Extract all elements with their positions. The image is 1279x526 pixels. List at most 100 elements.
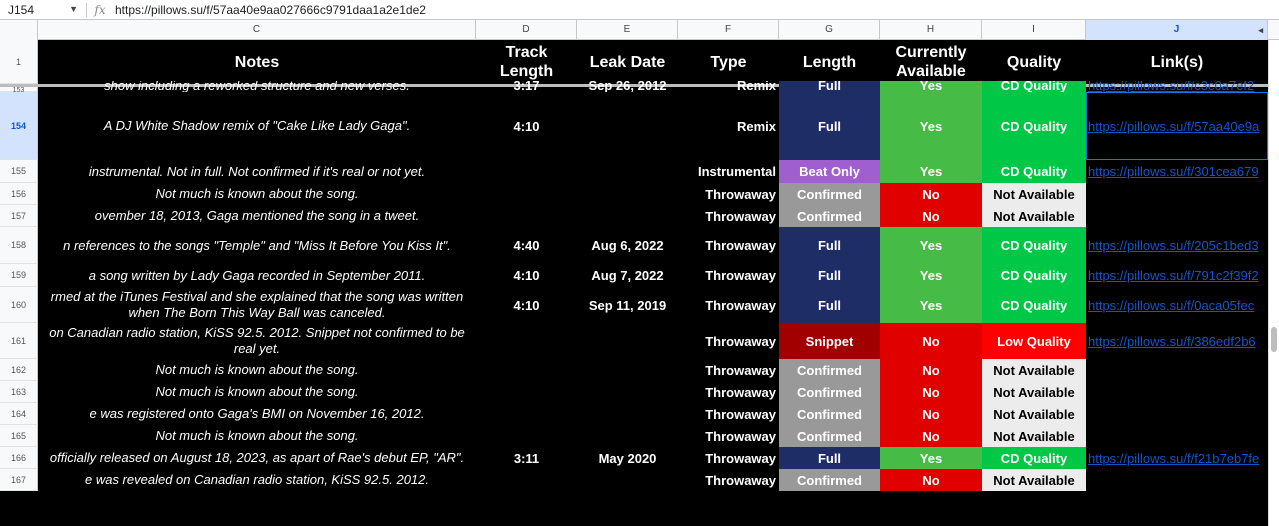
type-cell[interactable]: Throwaway	[678, 381, 779, 403]
table-row[interactable]: 161 on Canadian radio station, KiSS 92.5.…	[0, 323, 1268, 359]
length-cell[interactable]: Confirmed	[779, 183, 880, 205]
quality-cell[interactable]: Not Available	[982, 183, 1086, 205]
track-length-cell[interactable]	[476, 160, 577, 183]
type-cell[interactable]: Throwaway	[678, 403, 779, 425]
notes-cell[interactable]: ovember 18, 2013, Gaga mentioned the son…	[38, 205, 476, 227]
table-row[interactable]: 156 Not much is known about the song. Thro…	[0, 183, 1268, 205]
column-letter-c[interactable]: C	[38, 20, 476, 40]
notes-cell[interactable]: e was revealed on Canadian radio station…	[38, 469, 476, 491]
track-length-cell[interactable]: 3:17	[476, 81, 577, 92]
row-number[interactable]: 166	[0, 447, 38, 469]
table-row[interactable]: 164 e was registered onto Gaga's BMI on N…	[0, 403, 1268, 425]
row-number[interactable]: 158	[0, 227, 38, 264]
available-cell[interactable]: Yes	[880, 287, 982, 323]
track-length-cell[interactable]	[476, 205, 577, 227]
available-cell[interactable]: No	[880, 425, 982, 447]
type-cell[interactable]: Throwaway	[678, 469, 779, 491]
track-length-cell[interactable]	[476, 403, 577, 425]
notes-cell[interactable]: Not much is known about the song.	[38, 359, 476, 381]
length-cell[interactable]: Confirmed	[779, 425, 880, 447]
column-letter-e[interactable]: E	[577, 20, 678, 40]
name-box[interactable]: J154 ▼	[0, 0, 86, 20]
table-row[interactable]: 155 instrumental. Not in full. Not confir…	[0, 160, 1268, 183]
chevron-down-icon[interactable]: ▼	[69, 4, 78, 14]
table-row[interactable]: 165 Not much is known about the song. Thro…	[0, 425, 1268, 447]
select-all-corner[interactable]	[0, 20, 38, 40]
leak-date-cell[interactable]: Aug 7, 2022	[577, 264, 678, 287]
row-number[interactable]: 154	[0, 92, 38, 160]
quality-cell[interactable]: Not Available	[982, 359, 1086, 381]
row-number[interactable]: 165	[0, 425, 38, 447]
header-links[interactable]: Link(s)	[1086, 40, 1268, 84]
length-cell[interactable]: Beat Only	[779, 160, 880, 183]
table-row[interactable]: 163 Not much is known about the song. Thro…	[0, 381, 1268, 403]
row-number[interactable]: 157	[0, 205, 38, 227]
quality-cell[interactable]: CD Quality	[982, 81, 1086, 92]
link-cell[interactable]: https://pillows.su/f/791c2f39f2	[1086, 264, 1268, 287]
leak-date-cell[interactable]	[577, 205, 678, 227]
notes-cell[interactable]: Not much is known about the song.	[38, 381, 476, 403]
notes-cell[interactable]: show including a reworked structure and …	[38, 81, 476, 92]
link-cell[interactable]: https://pillows.su/f/386edf2b6	[1086, 323, 1268, 359]
header-quality[interactable]: Quality	[982, 40, 1086, 84]
column-letter-g[interactable]: G	[779, 20, 880, 40]
available-cell[interactable]: Yes	[880, 92, 982, 160]
leak-date-cell[interactable]	[577, 359, 678, 381]
leak-date-cell[interactable]: Aug 6, 2022	[577, 227, 678, 264]
link-cell[interactable]: https://pillows.su/f/301cea679	[1086, 160, 1268, 183]
notes-cell[interactable]: Not much is known about the song.	[38, 183, 476, 205]
table-row[interactable]: 162 Not much is known about the song. Thro…	[0, 359, 1268, 381]
available-cell[interactable]: No	[880, 359, 982, 381]
available-cell[interactable]: No	[880, 403, 982, 425]
length-cell[interactable]: Full	[779, 227, 880, 264]
leak-date-cell[interactable]: Sep 26, 2012	[577, 81, 678, 92]
link-cell[interactable]: https://pillows.su/f/57aa40e9a	[1086, 92, 1268, 160]
type-cell[interactable]: Throwaway	[678, 264, 779, 287]
header-type[interactable]: Type	[678, 40, 779, 84]
header-notes[interactable]: Notes	[38, 40, 476, 84]
notes-cell[interactable]: A DJ White Shadow remix of "Cake Like La…	[38, 92, 476, 160]
quality-cell[interactable]: Low Quality	[982, 323, 1086, 359]
length-cell[interactable]: Confirmed	[779, 359, 880, 381]
table-row[interactable]: 160 rmed at the iTunes Festival and she e…	[0, 287, 1268, 323]
quality-cell[interactable]: Not Available	[982, 469, 1086, 491]
length-cell[interactable]: Confirmed	[779, 469, 880, 491]
column-letter-h[interactable]: H	[880, 20, 982, 40]
track-length-cell[interactable]	[476, 469, 577, 491]
type-cell[interactable]: Throwaway	[678, 323, 779, 359]
quality-cell[interactable]: CD Quality	[982, 264, 1086, 287]
leak-date-cell[interactable]	[577, 92, 678, 160]
link-cell[interactable]	[1086, 359, 1268, 381]
leak-date-cell[interactable]	[577, 381, 678, 403]
length-cell[interactable]: Confirmed	[779, 205, 880, 227]
table-row[interactable]: 167 e was revealed on Canadian radio stat…	[0, 469, 1268, 491]
length-cell[interactable]: Full	[779, 81, 880, 92]
track-length-cell[interactable]	[476, 425, 577, 447]
type-cell[interactable]: Throwaway	[678, 359, 779, 381]
table-row[interactable]: 158 n references to the songs "Temple" an…	[0, 227, 1268, 264]
track-length-cell[interactable]	[476, 323, 577, 359]
row-number[interactable]: 156	[0, 183, 38, 205]
link-cell[interactable]	[1086, 381, 1268, 403]
track-length-cell[interactable]: 3:11	[476, 447, 577, 469]
row-number[interactable]: 167	[0, 469, 38, 491]
scrollbar-thumb[interactable]	[1271, 327, 1277, 352]
row-number[interactable]: 160	[0, 287, 38, 323]
leak-date-cell[interactable]: May 2020	[577, 447, 678, 469]
type-cell[interactable]: Throwaway	[678, 425, 779, 447]
length-cell[interactable]: Full	[779, 287, 880, 323]
length-cell[interactable]: Confirmed	[779, 381, 880, 403]
type-cell[interactable]: Remix	[678, 92, 779, 160]
header-leak-date[interactable]: Leak Date	[577, 40, 678, 84]
available-cell[interactable]: No	[880, 469, 982, 491]
link-cell[interactable]: https://pillows.su/f/0aca05fec	[1086, 287, 1268, 323]
table-row[interactable]: 166 officially released on August 18, 202…	[0, 447, 1268, 469]
quality-cell[interactable]: CD Quality	[982, 287, 1086, 323]
available-cell[interactable]: Yes	[880, 447, 982, 469]
column-letter-f[interactable]: F	[678, 20, 779, 40]
available-cell[interactable]: No	[880, 381, 982, 403]
type-cell[interactable]: Throwaway	[678, 205, 779, 227]
notes-cell[interactable]: e was registered onto Gaga's BMI on Nove…	[38, 403, 476, 425]
track-length-cell[interactable]: 4:40	[476, 227, 577, 264]
length-cell[interactable]: Full	[779, 92, 880, 160]
